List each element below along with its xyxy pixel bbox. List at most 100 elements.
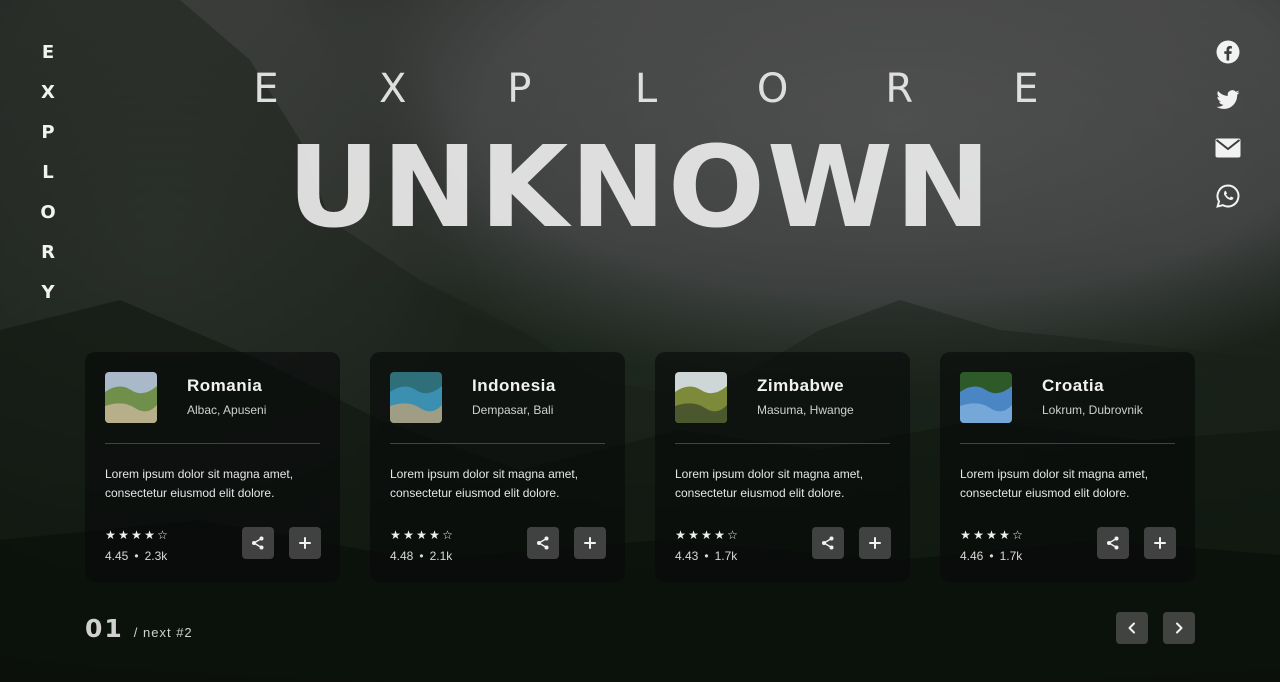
meta-separator: • [704, 549, 709, 563]
card-divider [675, 443, 890, 444]
social-links [1214, 38, 1242, 210]
star-filled-icon: ★ [118, 528, 129, 542]
star-filled-icon: ★ [986, 528, 997, 542]
prev-slide-button[interactable] [1116, 612, 1148, 644]
share-button[interactable] [812, 527, 844, 559]
brand-letter: L [42, 162, 54, 183]
destination-place: Lokrum, Dubrovnik [1042, 403, 1143, 417]
destination-card[interactable]: Zimbabwe Masuma, Hwange Lorem ipsum dolo… [655, 352, 910, 582]
star-filled-icon: ★ [999, 528, 1010, 542]
share-icon [537, 536, 549, 550]
hero-kicker-letter: P [507, 66, 532, 112]
star-filled-icon: ★ [688, 528, 699, 542]
destination-thumbnail [390, 372, 442, 423]
destination-thumbnail [675, 372, 727, 423]
facebook-icon[interactable] [1214, 38, 1242, 66]
chevron-right-icon [1176, 622, 1183, 634]
add-button[interactable] [574, 527, 606, 559]
star-filled-icon: ★ [429, 528, 440, 542]
brand-letter: P [41, 122, 55, 143]
meta-separator: • [419, 549, 424, 563]
destination-country: Croatia [1042, 376, 1105, 395]
rating-meta: 4.45 • 2.3k [105, 549, 167, 563]
next-slide-button[interactable] [1163, 612, 1195, 644]
hero-kicker-letter: E [253, 66, 279, 112]
destination-place: Masuma, Hwange [757, 403, 854, 417]
share-icon [1107, 536, 1119, 550]
hero-kicker-letter: O [756, 66, 789, 112]
rating-meta: 4.48 • 2.1k [390, 549, 452, 563]
add-button[interactable] [859, 527, 891, 559]
share-icon [822, 536, 834, 550]
card-divider [105, 443, 320, 444]
destination-description: Lorem ipsum dolor sit magna amet, consec… [105, 467, 294, 500]
review-count: 2.1k [429, 549, 453, 563]
star-filled-icon: ★ [105, 528, 116, 542]
rating-value: 4.48 [390, 549, 414, 563]
chevron-left-icon [1128, 622, 1135, 634]
plus-icon [869, 537, 881, 549]
hero-kicker-letter: X [378, 66, 407, 112]
star-rating: ★ ★ ★ ★ ☆ [960, 528, 1023, 542]
destination-description: Lorem ipsum dolor sit magna amet, consec… [675, 467, 864, 500]
destination-thumbnail [105, 372, 157, 423]
brand-logo[interactable]: EXPLORY [38, 40, 58, 306]
rating-meta: 4.46 • 1.7k [960, 549, 1022, 563]
destination-description: Lorem ipsum dolor sit magna amet, consec… [390, 467, 579, 500]
hero-kicker-letter: E [1013, 66, 1039, 112]
star-outline-icon: ☆ [727, 528, 738, 542]
destination-card[interactable]: Indonesia Dempasar, Bali Lorem ipsum dol… [370, 352, 625, 582]
share-icon [252, 536, 264, 550]
star-filled-icon: ★ [960, 528, 971, 542]
brand-letter: Y [41, 282, 55, 303]
meta-separator: • [989, 549, 994, 563]
twitter-icon[interactable] [1214, 86, 1242, 114]
share-button[interactable] [242, 527, 274, 559]
star-filled-icon: ★ [144, 528, 155, 542]
hero-kicker: EXPLORE [246, 66, 1046, 116]
share-button[interactable] [527, 527, 559, 559]
add-button[interactable] [1144, 527, 1176, 559]
slide-number: 01 [85, 614, 124, 643]
brand-letter: R [41, 242, 55, 263]
star-rating: ★ ★ ★ ★ ☆ [105, 528, 168, 542]
envelope-icon[interactable] [1214, 134, 1242, 162]
star-filled-icon: ★ [701, 528, 712, 542]
review-count: 2.3k [144, 549, 168, 563]
whatsapp-icon[interactable] [1214, 182, 1242, 210]
card-divider [390, 443, 605, 444]
star-rating: ★ ★ ★ ★ ☆ [675, 528, 738, 542]
brand-letter: O [40, 202, 56, 223]
add-button[interactable] [289, 527, 321, 559]
destination-card[interactable]: Romania Albac, Apuseni Lorem ipsum dolor… [85, 352, 340, 582]
destination-cards: Romania Albac, Apuseni Lorem ipsum dolor… [85, 352, 1195, 582]
star-filled-icon: ★ [416, 528, 427, 542]
destination-thumbnail [960, 372, 1012, 423]
meta-separator: • [134, 549, 139, 563]
hero-title: UNKNOWN [287, 123, 993, 253]
brand-letter: E [41, 42, 55, 63]
plus-icon [584, 537, 596, 549]
star-filled-icon: ★ [403, 528, 414, 542]
star-outline-icon: ☆ [1012, 528, 1023, 542]
rating-value: 4.43 [675, 549, 699, 563]
card-divider [960, 443, 1175, 444]
star-filled-icon: ★ [675, 528, 686, 542]
hero-kicker-letter: L [634, 66, 658, 112]
destination-country: Zimbabwe [757, 376, 845, 395]
star-rating: ★ ★ ★ ★ ☆ [390, 528, 453, 542]
rating-value: 4.46 [960, 549, 984, 563]
destination-card[interactable]: Croatia Lokrum, Dubrovnik Lorem ipsum do… [940, 352, 1195, 582]
destination-country: Romania [187, 376, 263, 395]
star-outline-icon: ☆ [442, 528, 453, 542]
share-button[interactable] [1097, 527, 1129, 559]
star-filled-icon: ★ [131, 528, 142, 542]
destination-description: Lorem ipsum dolor sit magna amet, consec… [960, 467, 1149, 500]
review-count: 1.7k [999, 549, 1023, 563]
next-slide-label[interactable]: / next #2 [134, 625, 193, 640]
slide-pager: 01 / next #2 [85, 614, 193, 646]
star-filled-icon: ★ [714, 528, 725, 542]
hero-kicker-letter: R [885, 66, 914, 112]
star-outline-icon: ☆ [157, 528, 168, 542]
plus-icon [1154, 537, 1166, 549]
